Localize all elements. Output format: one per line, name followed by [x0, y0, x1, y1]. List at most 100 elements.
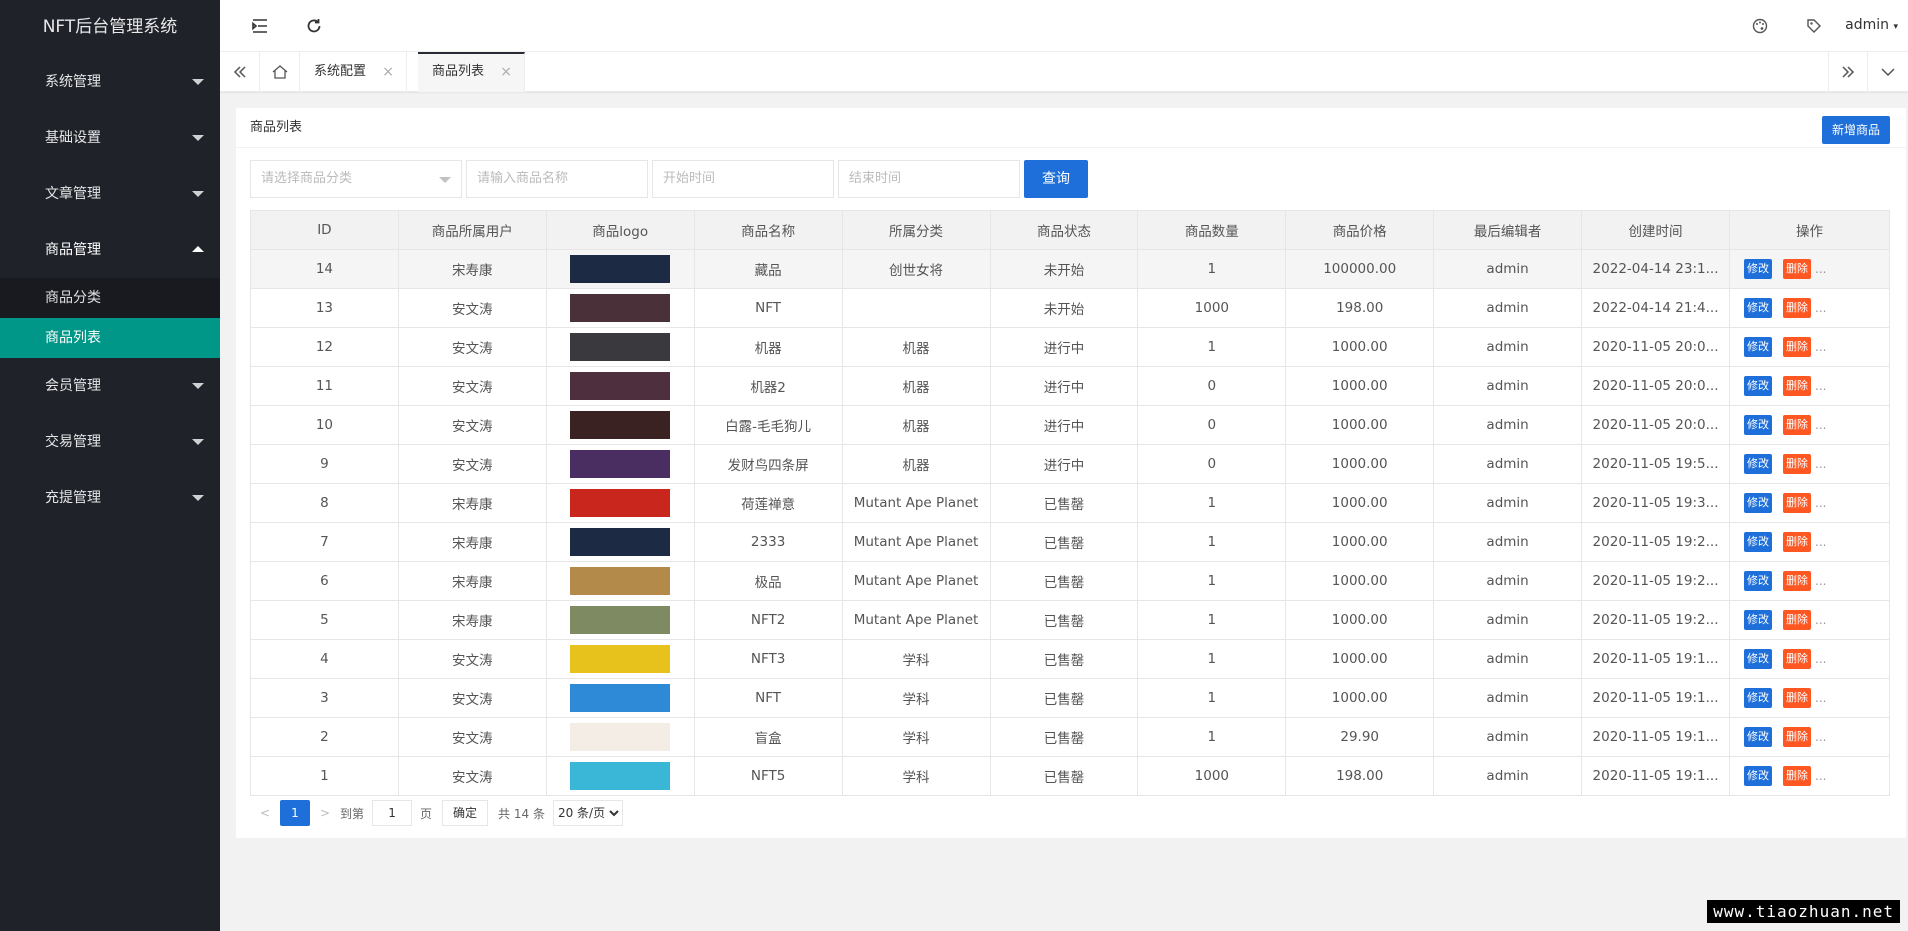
column-header[interactable]: ID	[250, 210, 399, 250]
delete-button[interactable]: 删除	[1783, 454, 1811, 474]
delete-button[interactable]: 删除	[1783, 493, 1811, 513]
tab-bar: 系统配置 × 商品列表 ×	[220, 52, 1908, 92]
theme-palette-icon[interactable]	[1748, 14, 1772, 38]
end-time-input[interactable]: 结束时间	[838, 160, 1020, 198]
cell-category: Mutant Ape Planet	[841, 600, 991, 640]
edit-button[interactable]: 修改	[1744, 415, 1772, 435]
goto-page-input[interactable]	[372, 800, 413, 826]
delete-button[interactable]: 删除	[1783, 415, 1811, 435]
column-header[interactable]: 创建时间	[1581, 210, 1730, 250]
more-actions[interactable]: ...	[1815, 379, 1826, 393]
cell-price: 1000.00	[1285, 327, 1435, 367]
column-header[interactable]: 所属分类	[841, 210, 991, 250]
delete-button[interactable]: 删除	[1783, 259, 1811, 279]
product-name-placeholder: 请输入商品名称	[477, 171, 569, 186]
edit-button[interactable]: 修改	[1744, 376, 1772, 396]
add-product-button[interactable]: 新增商品	[1821, 116, 1890, 144]
more-actions[interactable]: ...	[1815, 652, 1826, 666]
more-actions[interactable]: ...	[1815, 262, 1826, 276]
column-header[interactable]: 最后编辑者	[1433, 210, 1583, 250]
more-actions[interactable]: ...	[1815, 496, 1826, 510]
category-select[interactable]: 请选择商品分类	[250, 160, 462, 198]
more-actions[interactable]: ...	[1815, 574, 1826, 588]
edit-button[interactable]: 修改	[1744, 454, 1772, 474]
edit-button[interactable]: 修改	[1744, 571, 1772, 591]
page-size-select[interactable]: 20 条/页	[552, 800, 623, 826]
edit-button[interactable]: 修改	[1744, 532, 1772, 552]
table-row: 4 安文涛 NFT3 学科 已售罄 1 1000.00 admin 2020-11-05 19:…	[250, 639, 1890, 679]
table-row: 1 安文涛 NFT5 学科 已售罄 1000 198.00 admin 2020-11-05 1…	[250, 756, 1890, 796]
sidebar-item-deposit-withdraw[interactable]: 充提管理	[0, 470, 220, 526]
cell-price: 1000.00	[1285, 678, 1435, 718]
close-icon[interactable]: ×	[500, 54, 512, 90]
column-header[interactable]: 商品数量	[1137, 210, 1287, 250]
sidebar-item-basic-settings[interactable]: 基础设置	[0, 110, 220, 166]
delete-button[interactable]: 删除	[1783, 532, 1811, 552]
search-button[interactable]: 查询	[1024, 160, 1088, 198]
more-actions[interactable]: ...	[1815, 301, 1826, 315]
sidebar-item-products[interactable]: 商品管理	[0, 222, 220, 278]
delete-button[interactable]: 删除	[1783, 337, 1811, 357]
tabs-dropdown-icon[interactable]	[1868, 52, 1908, 92]
column-header[interactable]: 商品名称	[693, 210, 843, 250]
more-actions[interactable]: ...	[1815, 457, 1826, 471]
column-header[interactable]: 操作	[1729, 210, 1890, 250]
edit-button[interactable]: 修改	[1744, 337, 1772, 357]
product-name-input[interactable]: 请输入商品名称	[466, 160, 648, 198]
tabs-scroll-left-icon[interactable]	[220, 52, 260, 92]
sidebar-item-system[interactable]: 系统管理	[0, 54, 220, 110]
sidebar-subitem-product-category[interactable]: 商品分类	[0, 278, 220, 318]
cell-user: 安文涛	[397, 756, 547, 796]
cell-name: NFT5	[693, 756, 843, 796]
delete-button[interactable]: 删除	[1783, 766, 1811, 786]
column-header[interactable]: 商品logo	[545, 210, 695, 250]
more-actions[interactable]: ...	[1815, 340, 1826, 354]
delete-button[interactable]: 删除	[1783, 688, 1811, 708]
delete-button[interactable]: 删除	[1783, 298, 1811, 318]
product-logo-image	[570, 684, 671, 712]
tag-icon[interactable]	[1802, 14, 1826, 38]
delete-button[interactable]: 删除	[1783, 571, 1811, 591]
edit-button[interactable]: 修改	[1744, 688, 1772, 708]
next-page-icon[interactable]: >	[310, 806, 340, 820]
more-actions[interactable]: ...	[1815, 535, 1826, 549]
delete-button[interactable]: 删除	[1783, 610, 1811, 630]
more-actions[interactable]: ...	[1815, 769, 1826, 783]
column-header[interactable]: 商品所属用户	[397, 210, 547, 250]
goto-confirm-button[interactable]: 确定	[442, 800, 489, 826]
tab-product-list[interactable]: 商品列表 ×	[418, 52, 526, 92]
more-actions[interactable]: ...	[1815, 613, 1826, 627]
more-actions[interactable]: ...	[1815, 418, 1826, 432]
sidebar-item-trades[interactable]: 交易管理	[0, 414, 220, 470]
edit-button[interactable]: 修改	[1744, 493, 1772, 513]
edit-button[interactable]: 修改	[1744, 610, 1772, 630]
user-menu[interactable]: admin ▾	[1845, 17, 1898, 33]
tab-system-config[interactable]: 系统配置 ×	[300, 52, 408, 92]
cell-category: Mutant Ape Planet	[841, 483, 991, 523]
more-actions[interactable]: ...	[1815, 730, 1826, 744]
delete-button[interactable]: 删除	[1783, 649, 1811, 669]
edit-button[interactable]: 修改	[1744, 766, 1772, 786]
menu-collapse-icon[interactable]	[248, 14, 272, 38]
start-time-input[interactable]: 开始时间	[652, 160, 834, 198]
tabs-scroll-right-icon[interactable]	[1828, 52, 1868, 92]
refresh-icon[interactable]	[302, 14, 326, 38]
close-icon[interactable]: ×	[382, 52, 394, 92]
prev-page-icon[interactable]: <	[250, 806, 280, 820]
edit-button[interactable]: 修改	[1744, 727, 1772, 747]
home-icon[interactable]	[260, 52, 300, 92]
edit-button[interactable]: 修改	[1744, 259, 1772, 279]
sidebar-item-members[interactable]: 会员管理	[0, 358, 220, 414]
edit-button[interactable]: 修改	[1744, 298, 1772, 318]
column-header[interactable]: 商品状态	[989, 210, 1139, 250]
edit-button[interactable]: 修改	[1744, 649, 1772, 669]
sidebar-item-articles[interactable]: 文章管理	[0, 166, 220, 222]
table-row: 2 安文涛 盲盒 学科 已售罄 1 29.90 admin 2020-11-05 19:1...…	[250, 717, 1890, 757]
more-actions[interactable]: ...	[1815, 691, 1826, 705]
product-list-card: 商品列表 新增商品 请选择商品分类 请输入商品名称 开始时间 结束时间 查询 I…	[236, 108, 1906, 838]
sidebar-subitem-product-list[interactable]: 商品列表	[0, 318, 220, 358]
column-header[interactable]: 商品价格	[1285, 210, 1435, 250]
delete-button[interactable]: 删除	[1783, 727, 1811, 747]
delete-button[interactable]: 删除	[1783, 376, 1811, 396]
page-number-current[interactable]: 1	[280, 800, 310, 826]
